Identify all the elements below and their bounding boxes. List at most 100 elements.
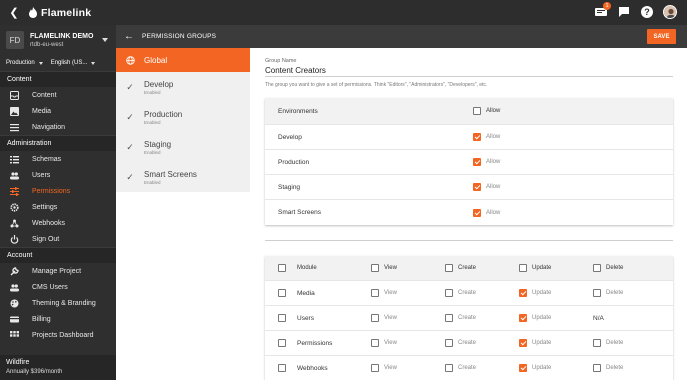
user-avatar[interactable] [663, 5, 677, 19]
view-checkbox[interactable] [371, 314, 379, 322]
table-row: Media View Create Update Delete [265, 281, 673, 306]
delete-label: Delete [606, 365, 624, 371]
sidebar-item-permissions[interactable]: Permissions [0, 183, 116, 199]
section-account: Account [0, 247, 116, 263]
sidebar-item-navigation[interactable]: Navigation [0, 119, 116, 135]
allow-checkbox[interactable] [473, 133, 481, 141]
sidebar-item-media[interactable]: Media [0, 103, 116, 119]
view-checkbox[interactable] [371, 339, 379, 347]
inbox-icon [10, 90, 19, 100]
allow-label: Allow [486, 159, 501, 165]
group-name-field[interactable]: Content Creators [265, 66, 673, 77]
sidebar-item-sign-out[interactable]: Sign Out [0, 231, 116, 247]
update-all-checkbox[interactable] [519, 264, 527, 272]
project-selector[interactable]: FD FLAMELINK DEMO rtdb-eu-west [0, 25, 116, 55]
create-checkbox[interactable] [445, 314, 453, 322]
sidebar-item-manage-project[interactable]: Manage Project [0, 263, 116, 279]
locale-select[interactable]: English (US... [51, 60, 96, 66]
allow-checkbox[interactable] [473, 158, 481, 166]
group-name: Global [144, 55, 168, 65]
module-name: Webhooks [297, 364, 328, 372]
sidebar-item-users[interactable]: Users [0, 167, 116, 183]
project-region: rtdb-eu-west [30, 41, 64, 48]
allow-checkbox[interactable] [473, 208, 481, 217]
update-checkbox[interactable] [519, 289, 527, 297]
module-select-checkbox[interactable] [278, 289, 286, 297]
table-row: Webhooks View Create Update Delete [265, 356, 673, 380]
group-item-smart-screens[interactable]: ✓ Smart Screens Enabled [116, 162, 250, 192]
delete-checkbox[interactable] [593, 339, 601, 347]
sidebar: FD FLAMELINK DEMO rtdb-eu-west Productio… [0, 25, 116, 380]
webhook-icon [10, 219, 19, 228]
environment-name: Staging [278, 183, 301, 191]
group-name: Smart Screens [144, 169, 197, 179]
view-checkbox[interactable] [371, 289, 379, 297]
sidebar-item-webhooks[interactable]: Webhooks [0, 215, 116, 231]
chevron-down-icon[interactable] [102, 38, 108, 42]
allow-checkbox[interactable] [473, 183, 481, 191]
update-checkbox[interactable] [519, 364, 527, 372]
table-row: Smart Screens Allow [265, 200, 673, 225]
sidebar-item-cms-users[interactable]: CMS Users [0, 279, 116, 295]
sidebar-item-settings[interactable]: Settings [0, 199, 116, 215]
create-label: Create [458, 290, 477, 296]
view-checkbox[interactable] [371, 364, 379, 372]
group-item-staging[interactable]: ✓ Staging Enabled [116, 132, 250, 162]
people-icon [10, 171, 19, 180]
sidebar-item-billing[interactable]: Billing [0, 311, 116, 327]
sidebar-item-label: Media [32, 107, 52, 115]
group-item-global[interactable]: Global [116, 48, 250, 72]
save-button[interactable]: SAVE [647, 29, 676, 44]
arrow-left-icon[interactable]: ← [116, 31, 142, 42]
help-icon[interactable]: ? [640, 5, 654, 19]
sidebar-item-label: Navigation [32, 123, 66, 131]
sidebar-item-schemas[interactable]: Schemas [0, 151, 116, 167]
create-checkbox[interactable] [445, 364, 453, 372]
delete-checkbox[interactable] [593, 364, 601, 372]
view-label: View [384, 290, 397, 296]
create-checkbox[interactable] [445, 289, 453, 297]
sidebar-item-projects-dashboard[interactable]: Projects Dashboard [0, 327, 116, 343]
allow-label: Allow [486, 134, 501, 140]
chevron-down-icon [38, 61, 43, 65]
sidebar-item-label: Billing [32, 315, 51, 323]
view-label: View [384, 365, 397, 371]
module-select-checkbox[interactable] [278, 364, 286, 372]
sidebar-item-content[interactable]: Content [0, 87, 116, 103]
page-title: PERMISSION GROUPS [142, 33, 217, 40]
module-select-checkbox[interactable] [278, 314, 286, 322]
environment-name: Production [278, 158, 310, 166]
environment-select[interactable]: Production [6, 60, 43, 66]
sidebar-item-label: Permissions [32, 187, 71, 195]
delete-header: Delete [606, 265, 624, 271]
create-label: Create [458, 315, 477, 321]
create-checkbox[interactable] [445, 339, 453, 347]
sidebar-item-theming[interactable]: Theming & Branding [0, 295, 116, 311]
module-select-checkbox[interactable] [278, 339, 286, 347]
environments-header-row: Environments Allow [265, 98, 673, 125]
group-item-production[interactable]: ✓ Production Enabled [116, 102, 250, 132]
card-icon [10, 315, 19, 324]
environment-name: Develop [278, 133, 302, 141]
chevron-left-icon[interactable]: ❮ [0, 6, 28, 19]
notifications-icon[interactable]: 1 [594, 2, 611, 19]
update-checkbox[interactable] [519, 314, 527, 322]
delete-all-checkbox[interactable] [593, 264, 601, 272]
section-administration: Administration [0, 135, 116, 151]
sidebar-item-label: Sign Out [32, 235, 60, 243]
allow-all-checkbox[interactable] [473, 107, 481, 115]
delete-checkbox[interactable] [593, 289, 601, 297]
palette-icon [10, 299, 19, 308]
group-name-help: The group you want to give a set of perm… [265, 82, 488, 88]
module-header: Module [297, 265, 317, 271]
permission-group-list: Global ✓ Develop Enabled ✓ Production Enab… [116, 48, 250, 380]
update-checkbox[interactable] [519, 339, 527, 347]
create-all-checkbox[interactable] [445, 264, 453, 272]
sidebar-item-label: Theming & Branding [32, 299, 96, 307]
group-item-develop[interactable]: ✓ Develop Enabled [116, 72, 250, 102]
delete-na: N/A [593, 314, 604, 322]
select-all-modules-checkbox[interactable] [278, 264, 286, 272]
view-all-checkbox[interactable] [371, 264, 379, 272]
chat-icon[interactable] [617, 5, 631, 19]
table-row: Staging Allow [265, 175, 673, 200]
